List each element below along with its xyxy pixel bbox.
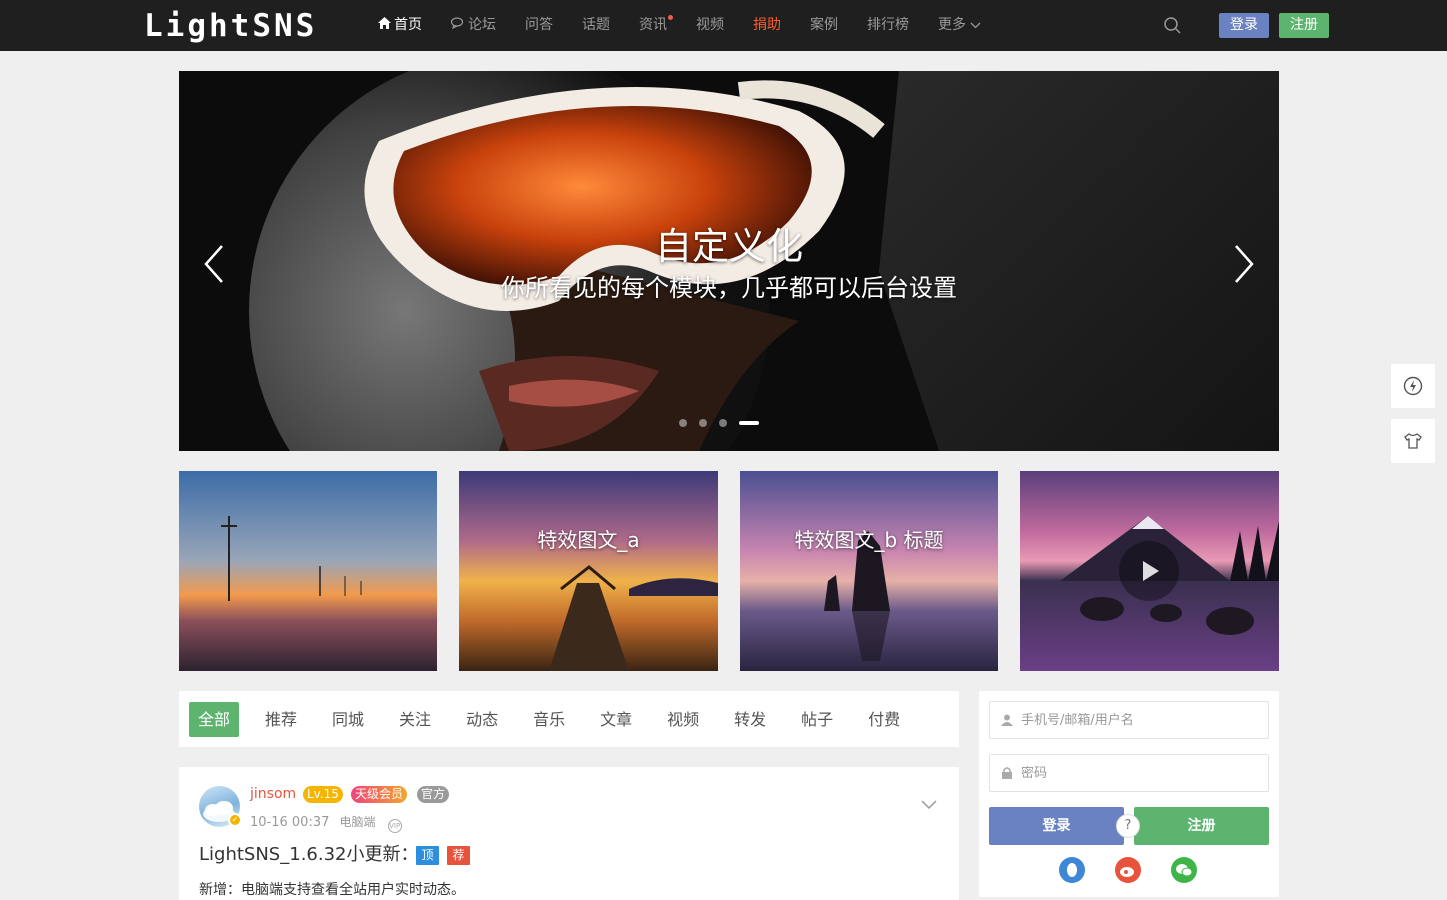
slider-prev-arrow-icon[interactable] [200,244,230,284]
nav-item-label: 首页 [394,17,422,33]
nav-item-label: 论坛 [468,17,496,33]
comments-icon [450,0,465,51]
slider-dot[interactable] [699,419,707,427]
sidebar-login-box: 登录 注册 ? [979,691,1279,897]
hero-title: 自定义化 [655,225,803,268]
feature-card-3[interactable]: 特效图文_b 标题 [740,471,998,671]
shirt-icon [1404,433,1422,449]
username-input[interactable] [1021,712,1251,728]
post-content: 新增：电脑端支持查看全站用户实时动态。 [199,882,465,898]
video-play-button[interactable] [1119,541,1179,601]
nav-item-home[interactable]: 首页 [378,0,422,51]
post-title[interactable]: LightSNS_1.6.32小更新： [199,843,419,867]
slider-dot-active[interactable] [739,421,759,425]
nav-item-ranking[interactable]: 排行榜 [867,0,909,51]
tab-reposts[interactable]: 转发 [725,702,775,737]
vip-icon: VIP [387,819,402,833]
nav-item-label: 资讯 [639,17,667,33]
password-field [989,754,1269,792]
main-nav: 首页 论坛 问答 话题 资讯 视频 捐助 案例 排行榜 更多 [378,0,1010,51]
card-label: 特效图文_a [537,528,640,552]
recommended-tag: 荐 [447,846,470,865]
pinned-tag: 顶 [416,846,439,865]
weibo-login-icon[interactable] [1115,857,1141,883]
feed-filter-tabs: 全部 推荐 同城 关注 动态 音乐 文章 视频 转发 帖子 付费 [179,691,959,747]
top-header: LightSNS 首页 论坛 问答 话题 资讯 视频 捐助 案例 排行榜 更多 [0,0,1447,51]
feature-card-2[interactable]: 特效图文_a [459,471,718,671]
user-icon [1001,714,1013,726]
vip-badge: 天级会员 [351,786,408,803]
chevron-down-icon [970,22,981,29]
hero-slider[interactable]: 自定义化 你所看见的每个模块，几乎都可以后台设置 [179,71,1279,451]
official-badge: 官方 [417,786,450,803]
password-input[interactable] [1021,765,1251,781]
tab-paid[interactable]: 付费 [859,702,909,737]
play-icon [1143,561,1159,581]
verified-icon: ✓ [228,813,242,827]
card-label: 特效图文_b 标题 [794,528,944,552]
hero-subtitle: 你所看见的每个模块，几乎都可以后台设置 [501,274,957,302]
feature-card-4-video[interactable] [1020,471,1279,671]
post-menu-chevron-icon[interactable] [921,795,937,810]
tab-music[interactable]: 音乐 [524,702,574,737]
qq-login-icon[interactable] [1059,857,1085,883]
header-register-button[interactable]: 注册 [1279,13,1329,38]
float-activity-button[interactable] [1391,364,1435,408]
pier-sunset-image [459,471,718,671]
nav-item-topics[interactable]: 话题 [582,0,610,51]
notification-dot [668,15,673,20]
nav-item-video[interactable]: 视频 [696,0,724,51]
slider-dot[interactable] [719,419,727,427]
tab-local[interactable]: 同城 [323,702,373,737]
post-device: 电脑端 [339,815,376,829]
nav-item-cases[interactable]: 案例 [810,0,838,51]
tab-videos[interactable]: 视频 [658,702,708,737]
tab-following[interactable]: 关注 [390,702,440,737]
nav-item-qa[interactable]: 问答 [525,0,553,51]
username-field [989,701,1269,739]
slider-next-arrow-icon[interactable] [1228,244,1258,284]
tab-articles[interactable]: 文章 [591,702,641,737]
login-button[interactable]: 登录 [989,807,1124,845]
tab-posts[interactable]: 帖子 [792,702,842,737]
site-logo[interactable]: LightSNS [144,8,317,44]
sea-stack-image [740,471,998,671]
level-badge: Lv.15 [303,786,343,803]
nav-item-forum[interactable]: 论坛 [450,0,496,51]
post-meta: 10-16 00:37 电脑端 VIP [250,813,402,833]
nav-item-donate[interactable]: 捐助 [753,0,781,51]
lightning-icon [1403,376,1423,396]
float-theme-button[interactable] [1391,419,1435,463]
slider-pagination [679,419,771,427]
feature-card-1[interactable] [179,471,437,671]
nav-item-label: 更多 [938,17,966,33]
home-icon [378,0,391,51]
search-icon[interactable] [1164,17,1181,34]
feed-post: ✓ jinsom Lv.15 天级会员 官方 10-16 00:37 电脑端 V… [179,767,959,900]
sunset-poles-image [179,471,437,671]
tab-moments[interactable]: 动态 [457,702,507,737]
help-icon[interactable]: ? [1116,814,1140,838]
post-username[interactable]: jinsom [250,784,296,804]
post-time: 10-16 00:37 [250,815,330,830]
register-button[interactable]: 注册 [1134,807,1269,845]
lock-icon [1002,767,1012,779]
nav-item-more[interactable]: 更多 [938,0,981,51]
nav-item-news[interactable]: 资讯 [639,0,673,51]
wechat-login-icon[interactable] [1171,857,1197,883]
header-login-button[interactable]: 登录 [1219,13,1269,38]
tab-all[interactable]: 全部 [189,701,240,737]
tab-recommended[interactable]: 推荐 [256,702,306,737]
slider-dot[interactable] [679,419,687,427]
